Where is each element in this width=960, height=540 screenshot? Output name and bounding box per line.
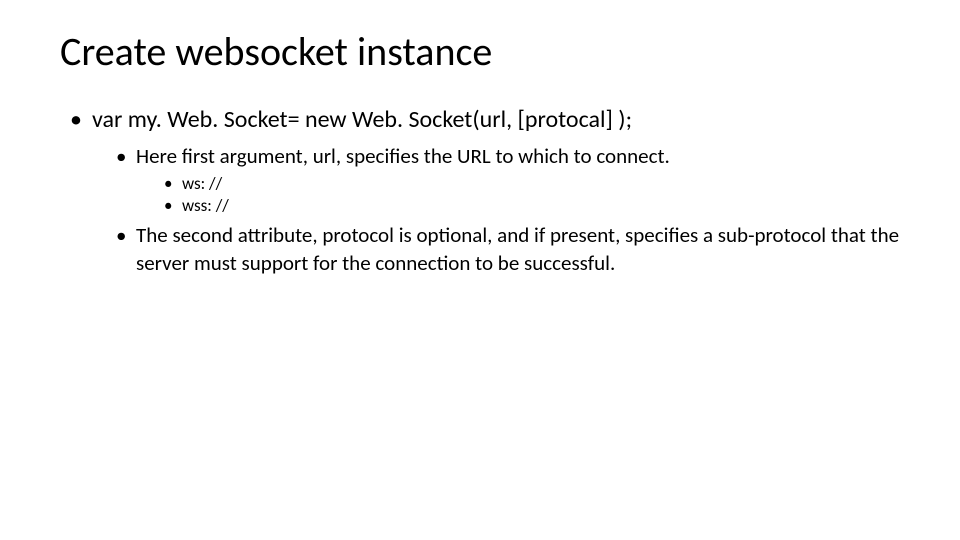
bullet-l3-wss-text: wss: // bbox=[182, 195, 229, 216]
slide: Create websocket instance var my. Web. S… bbox=[0, 0, 960, 540]
bullet-l2-protocol-text: The second attribute, protocol is option… bbox=[136, 222, 899, 276]
bullet-l1-code: var my. Web. Socket= new Web. Socket(url… bbox=[70, 104, 900, 278]
bullet-l3-ws-text: ws: // bbox=[182, 173, 222, 194]
bullet-l3-wss: wss: // bbox=[164, 195, 900, 217]
bullet-l2-url: Here first argument, url, specifies the … bbox=[116, 142, 900, 217]
bullet-l3-ws: ws: // bbox=[164, 173, 900, 195]
bullet-list-level2: Here first argument, url, specifies the … bbox=[116, 142, 900, 277]
slide-title: Create websocket instance bbox=[60, 30, 900, 74]
bullet-l2-url-text: Here first argument, url, specifies the … bbox=[136, 143, 670, 169]
bullet-list-level3: ws: // wss: // bbox=[164, 173, 900, 217]
bullet-list-level1: var my. Web. Socket= new Web. Socket(url… bbox=[70, 104, 900, 278]
bullet-l1-code-text: var my. Web. Socket= new Web. Socket(url… bbox=[92, 105, 632, 134]
bullet-l2-protocol: The second attribute, protocol is option… bbox=[116, 221, 900, 278]
